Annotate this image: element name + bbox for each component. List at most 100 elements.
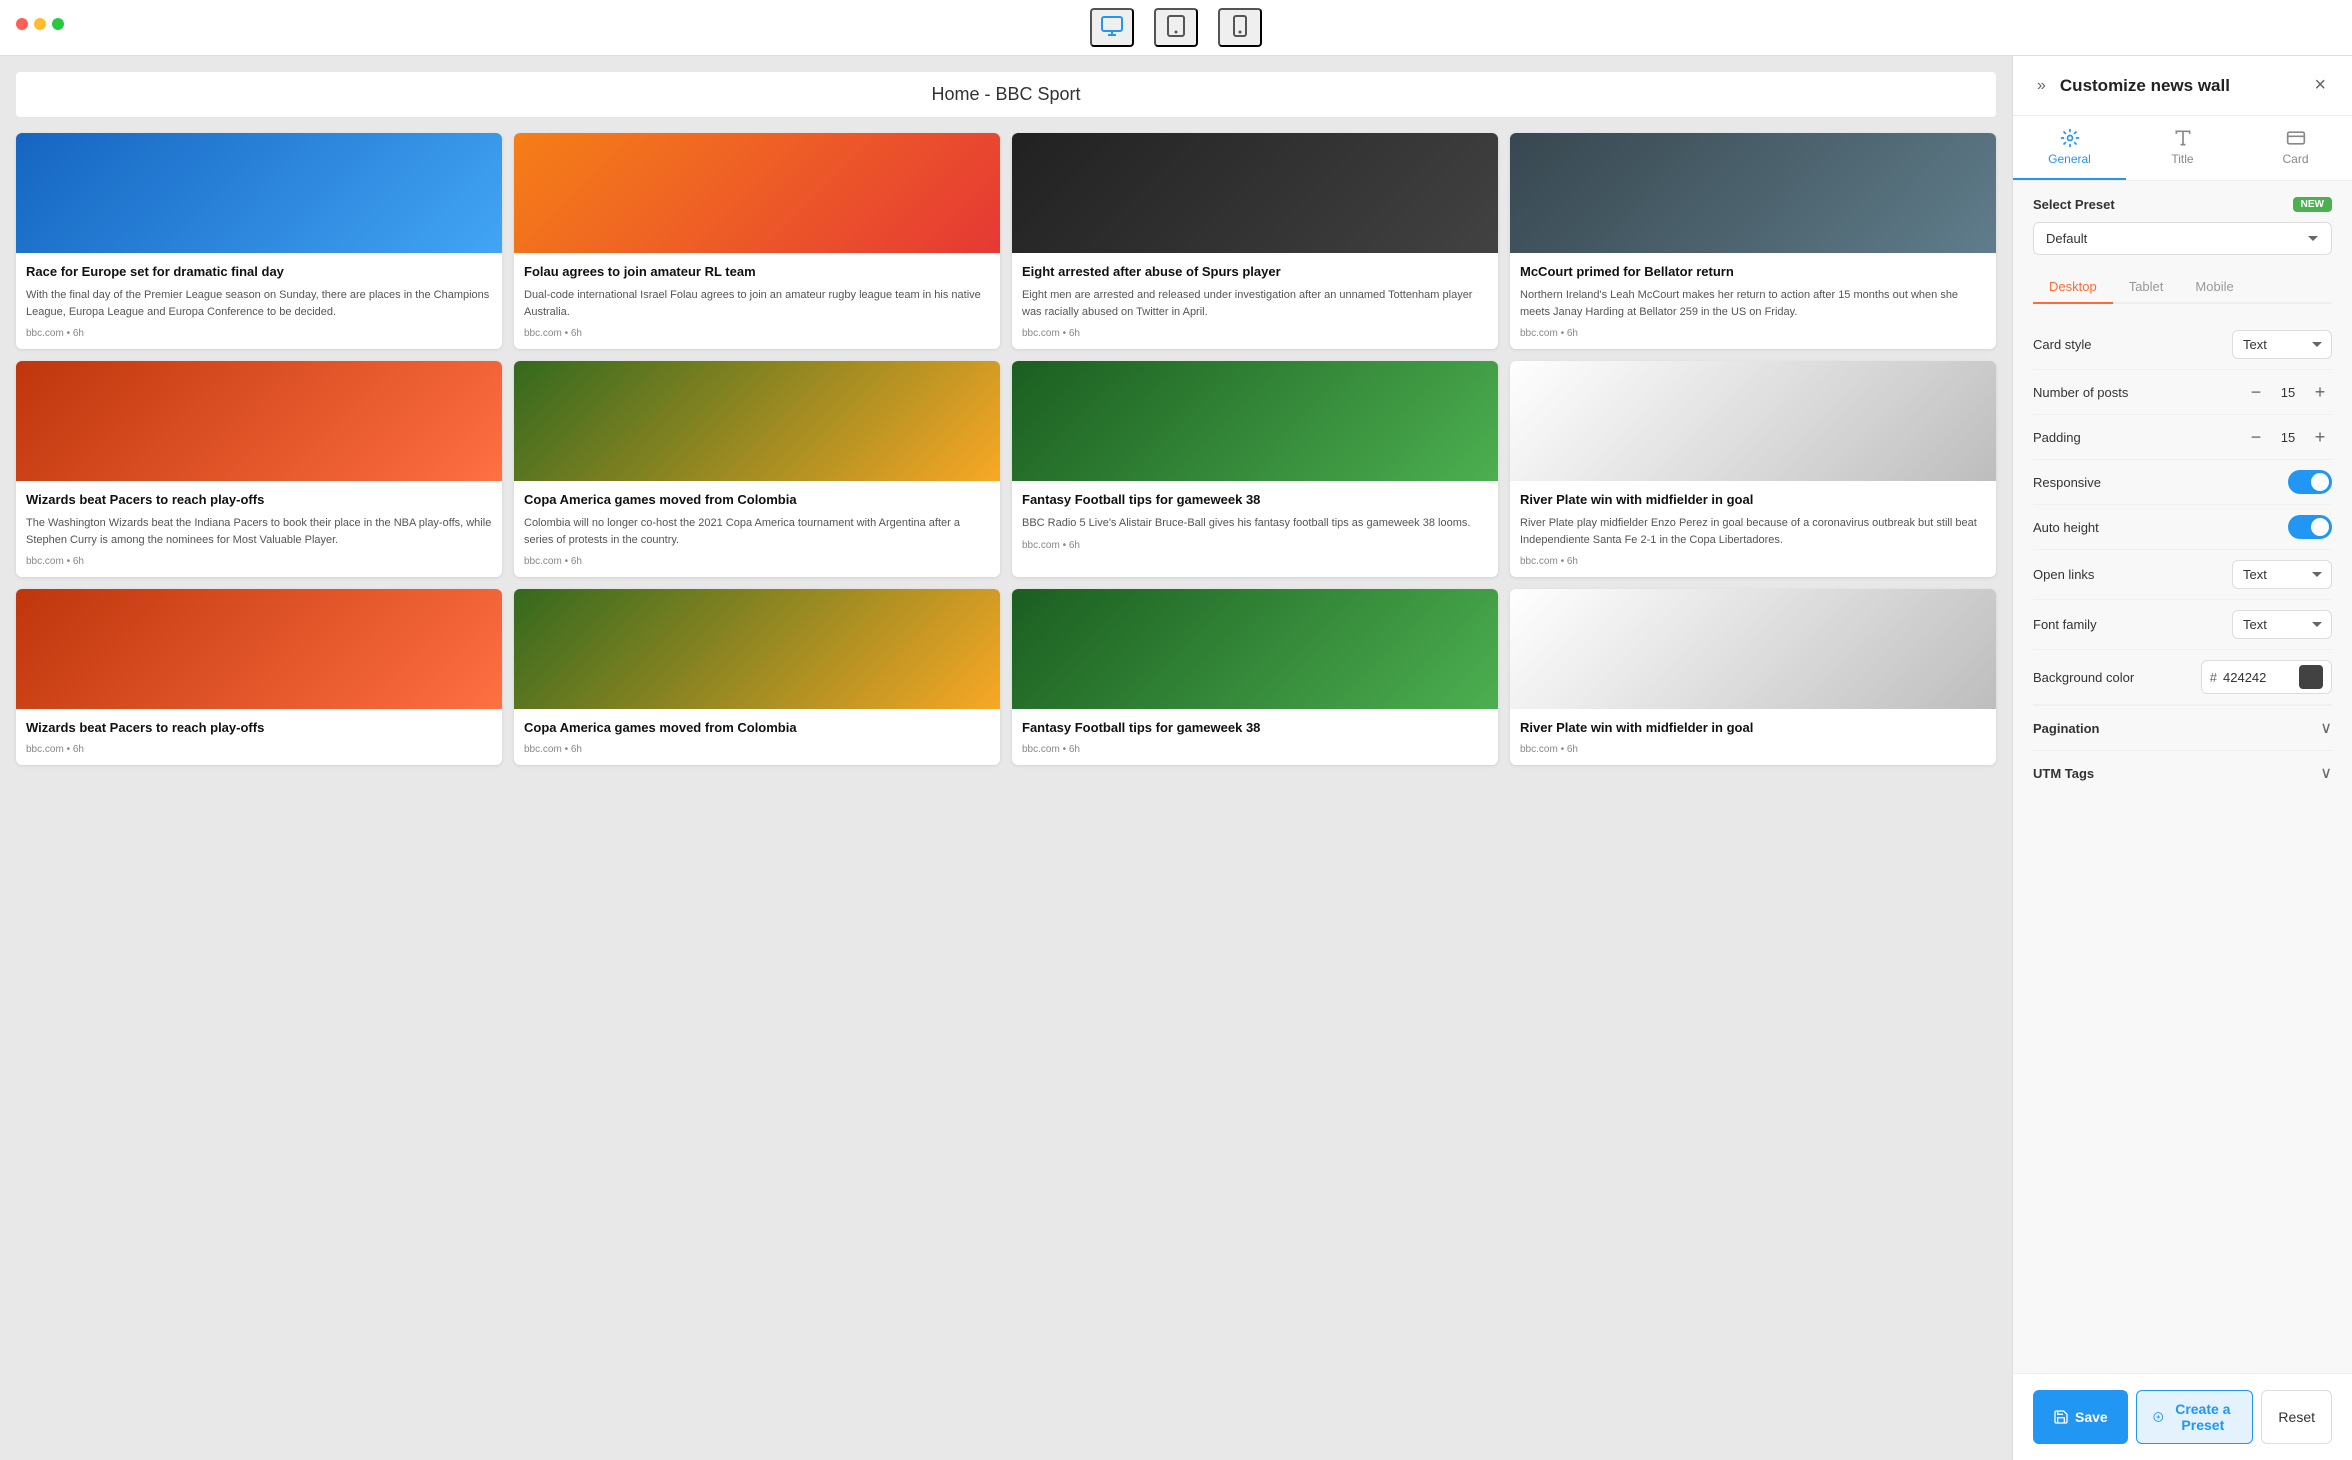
- tab-title-label: Title: [2171, 152, 2193, 166]
- card-content: Eight arrested after abuse of Spurs play…: [1012, 253, 1498, 349]
- card-title: Copa America games moved from Colombia: [524, 719, 990, 737]
- card-image: [1510, 589, 1996, 709]
- open-links-dropdown[interactable]: Text New Tab Same Tab: [2232, 560, 2332, 589]
- minimize-dot[interactable]: [34, 18, 46, 30]
- responsive-toggle[interactable]: [2288, 470, 2332, 494]
- news-card[interactable]: Wizards beat Pacers to reach play-offs b…: [16, 589, 502, 764]
- card-description: River Plate play midfielder Enzo Perez i…: [1520, 515, 1986, 548]
- auto-height-row: Auto height: [2033, 505, 2332, 550]
- utm-tags-arrow: ∨: [2320, 763, 2332, 783]
- padding-increase[interactable]: +: [2308, 425, 2332, 449]
- color-swatch[interactable]: [2299, 665, 2323, 689]
- font-family-dropdown[interactable]: Text Arial Georgia: [2232, 610, 2332, 639]
- news-card[interactable]: Copa America games moved from Colombia b…: [514, 589, 1000, 764]
- card-style-dropdown[interactable]: Text Image Card: [2232, 330, 2332, 359]
- font-family-row: Font family Text Arial Georgia: [2033, 600, 2332, 650]
- pagination-title: Pagination: [2033, 721, 2099, 736]
- panel-title: Customize news wall: [2060, 76, 2230, 96]
- card-title: Wizards beat Pacers to reach play-offs: [26, 719, 492, 737]
- panel-close-button[interactable]: ×: [2308, 72, 2332, 99]
- create-preset-button[interactable]: Create a Preset: [2136, 1390, 2254, 1444]
- close-dot[interactable]: [16, 18, 28, 30]
- news-card[interactable]: Wizards beat Pacers to reach play-offs T…: [16, 361, 502, 577]
- panel-header-left: » Customize news wall: [2033, 73, 2230, 99]
- device-toolbar: [0, 0, 2352, 56]
- pagination-header[interactable]: Pagination ∨: [2033, 718, 2332, 738]
- window-chrome: [16, 18, 64, 30]
- panel-content: Select Preset NEW Default Preset 1 Prese…: [2013, 181, 2352, 1373]
- card-image: [1012, 133, 1498, 253]
- card-description: The Washington Wizards beat the Indiana …: [26, 515, 492, 548]
- device-tab-tablet[interactable]: Tablet: [2113, 271, 2180, 302]
- mobile-view-button[interactable]: [1218, 8, 1262, 47]
- maximize-dot[interactable]: [52, 18, 64, 30]
- card-content: Fantasy Football tips for gameweek 38 bb…: [1012, 709, 1498, 764]
- tab-card-label: Card: [2282, 152, 2308, 166]
- card-content: Wizards beat Pacers to reach play-offs b…: [16, 709, 502, 764]
- news-card[interactable]: River Plate win with midfielder in goal …: [1510, 589, 1996, 764]
- tab-title[interactable]: Title: [2126, 116, 2239, 180]
- card-title: River Plate win with midfielder in goal: [1520, 491, 1986, 509]
- background-color-input[interactable]: [2223, 670, 2293, 685]
- card-description: BBC Radio 5 Live's Alistair Bruce-Ball g…: [1022, 515, 1488, 532]
- color-input-row: #: [2201, 660, 2332, 694]
- card-image: [16, 133, 502, 253]
- responsive-label: Responsive: [2033, 475, 2101, 490]
- card-meta: bbc.com • 6h: [1022, 328, 1488, 339]
- card-description: Dual-code international Israel Folau agr…: [524, 287, 990, 320]
- panel-collapse-button[interactable]: »: [2033, 73, 2050, 99]
- card-image: [1510, 361, 1996, 481]
- card-title: Race for Europe set for dramatic final d…: [26, 263, 492, 281]
- new-badge: NEW: [2293, 197, 2332, 212]
- news-card[interactable]: Eight arrested after abuse of Spurs play…: [1012, 133, 1498, 349]
- preset-select[interactable]: Default Preset 1 Preset 2: [2033, 222, 2332, 255]
- card-title: Fantasy Football tips for gameweek 38: [1022, 491, 1488, 509]
- card-content: Copa America games moved from Colombia C…: [514, 481, 1000, 577]
- padding-value: 15: [2278, 430, 2298, 445]
- tab-general[interactable]: General: [2013, 116, 2126, 180]
- news-card[interactable]: Race for Europe set for dramatic final d…: [16, 133, 502, 349]
- open-links-label: Open links: [2033, 567, 2094, 582]
- number-of-posts-decrease[interactable]: −: [2244, 380, 2268, 404]
- card-meta: bbc.com • 6h: [26, 744, 492, 755]
- select-preset-row: Select Preset NEW: [2033, 197, 2332, 212]
- card-meta: bbc.com • 6h: [1022, 744, 1488, 755]
- news-card[interactable]: Folau agrees to join amateur RL team Dua…: [514, 133, 1000, 349]
- auto-height-toggle[interactable]: [2288, 515, 2332, 539]
- card-title: Folau agrees to join amateur RL team: [524, 263, 990, 281]
- padding-label: Padding: [2033, 430, 2081, 445]
- number-of-posts-increase[interactable]: +: [2308, 380, 2332, 404]
- card-meta: bbc.com • 6h: [1520, 556, 1986, 567]
- card-title: River Plate win with midfielder in goal: [1520, 719, 1986, 737]
- save-label: Save: [2075, 1409, 2108, 1425]
- device-tab-mobile[interactable]: Mobile: [2179, 271, 2249, 302]
- tablet-view-button[interactable]: [1154, 8, 1198, 47]
- open-links-row: Open links Text New Tab Same Tab: [2033, 550, 2332, 600]
- save-button[interactable]: Save: [2033, 1390, 2128, 1444]
- card-content: Copa America games moved from Colombia b…: [514, 709, 1000, 764]
- pagination-arrow: ∨: [2320, 718, 2332, 738]
- card-meta: bbc.com • 6h: [524, 744, 990, 755]
- padding-decrease[interactable]: −: [2244, 425, 2268, 449]
- card-meta: bbc.com • 6h: [524, 328, 990, 339]
- card-image: [1510, 133, 1996, 253]
- panel-tabs: General Title Card: [2013, 116, 2352, 181]
- card-description: Eight men are arrested and released unde…: [1022, 287, 1488, 320]
- device-tabs: Desktop Tablet Mobile: [2033, 271, 2332, 304]
- device-tab-desktop[interactable]: Desktop: [2033, 271, 2113, 304]
- news-card[interactable]: Fantasy Football tips for gameweek 38 bb…: [1012, 589, 1498, 764]
- card-meta: bbc.com • 6h: [26, 328, 492, 339]
- create-preset-icon: [2153, 1409, 2164, 1425]
- reset-button[interactable]: Reset: [2261, 1390, 2332, 1444]
- desktop-view-button[interactable]: [1090, 8, 1134, 47]
- news-card[interactable]: River Plate win with midfielder in goal …: [1510, 361, 1996, 577]
- number-of-posts-row: Number of posts − 15 +: [2033, 370, 2332, 415]
- tab-card[interactable]: Card: [2239, 116, 2352, 180]
- news-card[interactable]: McCourt primed for Bellator return North…: [1510, 133, 1996, 349]
- card-content: River Plate win with midfielder in goal …: [1510, 709, 1996, 764]
- card-content: McCourt primed for Bellator return North…: [1510, 253, 1996, 349]
- utm-tags-header[interactable]: UTM Tags ∨: [2033, 763, 2332, 783]
- news-card[interactable]: Copa America games moved from Colombia C…: [514, 361, 1000, 577]
- news-card[interactable]: Fantasy Football tips for gameweek 38 BB…: [1012, 361, 1498, 577]
- reset-label: Reset: [2278, 1409, 2315, 1425]
